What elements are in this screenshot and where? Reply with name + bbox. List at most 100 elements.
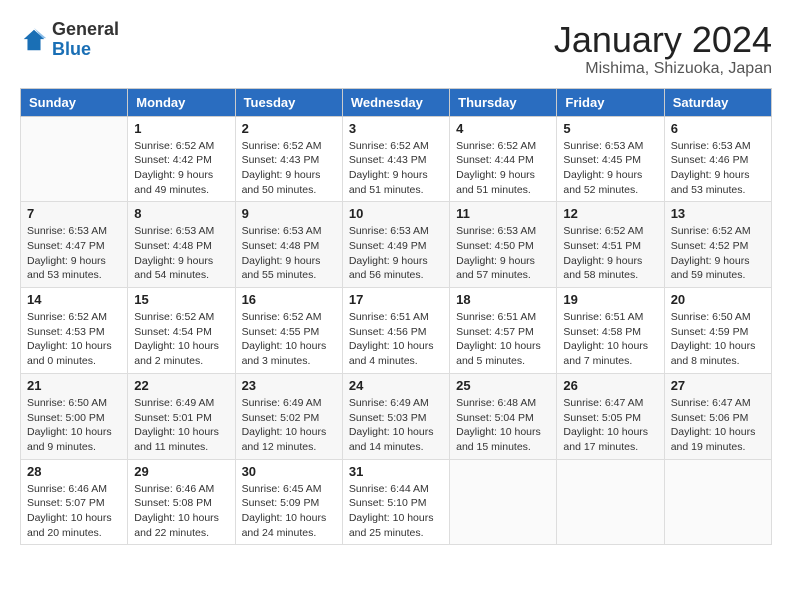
header-friday: Friday [557, 88, 664, 116]
day-info: Sunrise: 6:53 AM Sunset: 4:46 PM Dayligh… [671, 139, 765, 198]
day-info: Sunrise: 6:46 AM Sunset: 5:08 PM Dayligh… [134, 482, 228, 541]
calendar-table: SundayMondayTuesdayWednesdayThursdayFrid… [20, 88, 772, 546]
day-number: 20 [671, 292, 765, 307]
day-info: Sunrise: 6:52 AM Sunset: 4:52 PM Dayligh… [671, 224, 765, 283]
day-number: 1 [134, 121, 228, 136]
day-number: 19 [563, 292, 657, 307]
page-header: General Blue January 2024 Mishima, Shizu… [20, 20, 772, 78]
day-number: 4 [456, 121, 550, 136]
day-cell: 20Sunrise: 6:50 AM Sunset: 4:59 PM Dayli… [664, 288, 771, 374]
day-info: Sunrise: 6:52 AM Sunset: 4:51 PM Dayligh… [563, 224, 657, 283]
day-info: Sunrise: 6:52 AM Sunset: 4:43 PM Dayligh… [242, 139, 336, 198]
day-cell: 13 Sunrise: 6:52 AM Sunset: 4:52 PM Dayli… [664, 202, 771, 288]
day-number: 5 [563, 121, 657, 136]
week-row-4: 21Sunrise: 6:50 AM Sunset: 5:00 PM Dayli… [21, 373, 772, 459]
week-row-3: 14 Sunrise: 6:52 AM Sunset: 4:53 PM Dayli… [21, 288, 772, 374]
day-cell: 28Sunrise: 6:46 AM Sunset: 5:07 PM Dayli… [21, 459, 128, 545]
day-info: Sunrise: 6:49 AM Sunset: 5:01 PM Dayligh… [134, 396, 228, 455]
day-cell: 21Sunrise: 6:50 AM Sunset: 5:00 PM Dayli… [21, 373, 128, 459]
day-number: 12 [563, 206, 657, 221]
day-info: Sunrise: 6:51 AM Sunset: 4:58 PM Dayligh… [563, 310, 657, 369]
day-cell: 15 Sunrise: 6:52 AM Sunset: 4:54 PM Dayli… [128, 288, 235, 374]
logo-blue-text: Blue [52, 40, 119, 60]
logo-text: General Blue [52, 20, 119, 60]
day-info: Sunrise: 6:47 AM Sunset: 5:05 PM Dayligh… [563, 396, 657, 455]
day-info: Sunrise: 6:53 AM Sunset: 4:49 PM Dayligh… [349, 224, 443, 283]
logo: General Blue [20, 20, 119, 60]
day-info: Sunrise: 6:51 AM Sunset: 4:57 PM Dayligh… [456, 310, 550, 369]
header-thursday: Thursday [450, 88, 557, 116]
day-cell: 23 Sunrise: 6:49 AM Sunset: 5:02 PM Dayli… [235, 373, 342, 459]
day-info: Sunrise: 6:47 AM Sunset: 5:06 PM Dayligh… [671, 396, 765, 455]
day-cell [450, 459, 557, 545]
day-cell: 26 Sunrise: 6:47 AM Sunset: 5:05 PM Dayli… [557, 373, 664, 459]
day-info: Sunrise: 6:52 AM Sunset: 4:53 PM Dayligh… [27, 310, 121, 369]
header-monday: Monday [128, 88, 235, 116]
week-row-5: 28Sunrise: 6:46 AM Sunset: 5:07 PM Dayli… [21, 459, 772, 545]
day-cell: 22 Sunrise: 6:49 AM Sunset: 5:01 PM Dayli… [128, 373, 235, 459]
day-number: 31 [349, 464, 443, 479]
day-info: Sunrise: 6:53 AM Sunset: 4:45 PM Dayligh… [563, 139, 657, 198]
day-cell: 16 Sunrise: 6:52 AM Sunset: 4:55 PM Dayli… [235, 288, 342, 374]
day-cell: 17 Sunrise: 6:51 AM Sunset: 4:56 PM Dayli… [342, 288, 449, 374]
day-number: 18 [456, 292, 550, 307]
day-number: 28 [27, 464, 121, 479]
calendar-header-row: SundayMondayTuesdayWednesdayThursdayFrid… [21, 88, 772, 116]
day-info: Sunrise: 6:45 AM Sunset: 5:09 PM Dayligh… [242, 482, 336, 541]
day-number: 23 [242, 378, 336, 393]
day-number: 11 [456, 206, 550, 221]
week-row-1: 1 Sunrise: 6:52 AM Sunset: 4:42 PM Daylig… [21, 116, 772, 202]
day-number: 8 [134, 206, 228, 221]
day-cell: 1 Sunrise: 6:52 AM Sunset: 4:42 PM Daylig… [128, 116, 235, 202]
day-info: Sunrise: 6:52 AM Sunset: 4:55 PM Dayligh… [242, 310, 336, 369]
header-sunday: Sunday [21, 88, 128, 116]
day-cell: 31 Sunrise: 6:44 AM Sunset: 5:10 PM Dayli… [342, 459, 449, 545]
day-number: 3 [349, 121, 443, 136]
day-cell: 25Sunrise: 6:48 AM Sunset: 5:04 PM Dayli… [450, 373, 557, 459]
day-number: 16 [242, 292, 336, 307]
day-number: 6 [671, 121, 765, 136]
day-number: 25 [456, 378, 550, 393]
day-info: Sunrise: 6:49 AM Sunset: 5:02 PM Dayligh… [242, 396, 336, 455]
day-cell: 6 Sunrise: 6:53 AM Sunset: 4:46 PM Daylig… [664, 116, 771, 202]
day-info: Sunrise: 6:53 AM Sunset: 4:48 PM Dayligh… [242, 224, 336, 283]
day-number: 26 [563, 378, 657, 393]
day-number: 22 [134, 378, 228, 393]
day-cell: 8 Sunrise: 6:53 AM Sunset: 4:48 PM Daylig… [128, 202, 235, 288]
day-cell [21, 116, 128, 202]
day-number: 29 [134, 464, 228, 479]
title-block: January 2024 Mishima, Shizuoka, Japan [554, 20, 772, 78]
day-cell [664, 459, 771, 545]
day-number: 15 [134, 292, 228, 307]
day-cell: 11Sunrise: 6:53 AM Sunset: 4:50 PM Dayli… [450, 202, 557, 288]
location: Mishima, Shizuoka, Japan [554, 60, 772, 78]
day-info: Sunrise: 6:52 AM Sunset: 4:43 PM Dayligh… [349, 139, 443, 198]
day-number: 14 [27, 292, 121, 307]
day-info: Sunrise: 6:50 AM Sunset: 5:00 PM Dayligh… [27, 396, 121, 455]
logo-general-text: General [52, 20, 119, 40]
day-info: Sunrise: 6:52 AM Sunset: 4:54 PM Dayligh… [134, 310, 228, 369]
day-number: 9 [242, 206, 336, 221]
day-cell: 29 Sunrise: 6:46 AM Sunset: 5:08 PM Dayli… [128, 459, 235, 545]
day-cell: 14 Sunrise: 6:52 AM Sunset: 4:53 PM Dayli… [21, 288, 128, 374]
day-number: 17 [349, 292, 443, 307]
day-number: 7 [27, 206, 121, 221]
day-info: Sunrise: 6:52 AM Sunset: 4:42 PM Dayligh… [134, 139, 228, 198]
day-number: 30 [242, 464, 336, 479]
day-info: Sunrise: 6:53 AM Sunset: 4:47 PM Dayligh… [27, 224, 121, 283]
day-info: Sunrise: 6:53 AM Sunset: 4:48 PM Dayligh… [134, 224, 228, 283]
day-cell: 9 Sunrise: 6:53 AM Sunset: 4:48 PM Daylig… [235, 202, 342, 288]
day-cell: 18 Sunrise: 6:51 AM Sunset: 4:57 PM Dayli… [450, 288, 557, 374]
day-info: Sunrise: 6:44 AM Sunset: 5:10 PM Dayligh… [349, 482, 443, 541]
day-cell: 19 Sunrise: 6:51 AM Sunset: 4:58 PM Dayli… [557, 288, 664, 374]
day-cell: 10Sunrise: 6:53 AM Sunset: 4:49 PM Dayli… [342, 202, 449, 288]
day-cell: 24Sunrise: 6:49 AM Sunset: 5:03 PM Dayli… [342, 373, 449, 459]
day-number: 27 [671, 378, 765, 393]
week-row-2: 7 Sunrise: 6:53 AM Sunset: 4:47 PM Daylig… [21, 202, 772, 288]
day-cell: 4 Sunrise: 6:52 AM Sunset: 4:44 PM Daylig… [450, 116, 557, 202]
header-wednesday: Wednesday [342, 88, 449, 116]
day-info: Sunrise: 6:52 AM Sunset: 4:44 PM Dayligh… [456, 139, 550, 198]
day-number: 13 [671, 206, 765, 221]
day-cell: 30 Sunrise: 6:45 AM Sunset: 5:09 PM Dayli… [235, 459, 342, 545]
day-info: Sunrise: 6:51 AM Sunset: 4:56 PM Dayligh… [349, 310, 443, 369]
